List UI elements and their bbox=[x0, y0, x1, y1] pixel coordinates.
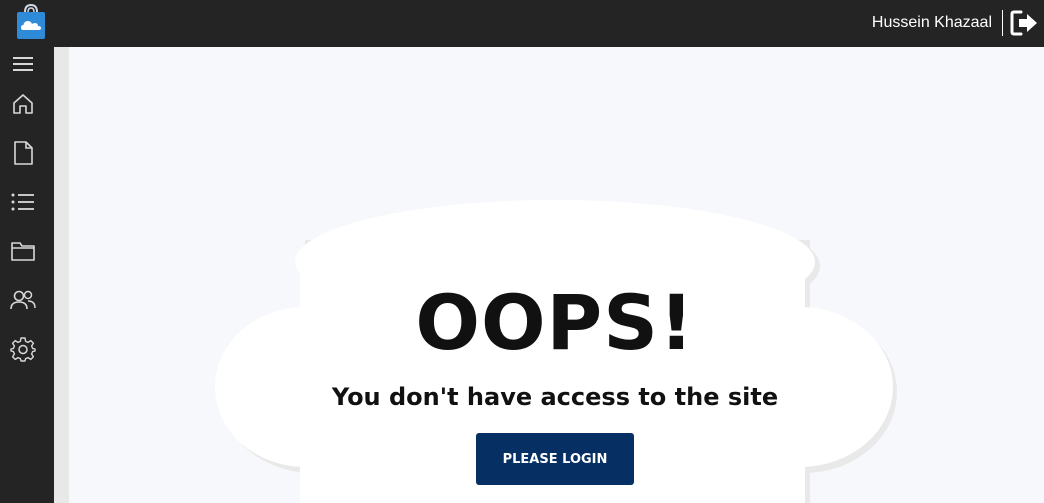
sidebar bbox=[0, 47, 54, 503]
list-icon[interactable] bbox=[8, 187, 38, 217]
home-icon[interactable] bbox=[8, 89, 38, 119]
error-message: You don't have access to the site bbox=[331, 383, 779, 411]
logout-icon[interactable] bbox=[1009, 9, 1039, 37]
login-button[interactable]: PLEASE LOGIN bbox=[476, 433, 634, 485]
top-bar: Hussein Khazaal bbox=[0, 0, 1044, 47]
shopping-bag-cloud-icon[interactable] bbox=[15, 3, 47, 40]
document-icon[interactable] bbox=[8, 138, 38, 168]
user-name[interactable]: Hussein Khazaal bbox=[872, 14, 992, 32]
header-divider bbox=[1002, 10, 1003, 36]
error-title: OOPS! bbox=[415, 278, 695, 367]
folder-icon[interactable] bbox=[8, 236, 38, 266]
settings-icon[interactable] bbox=[8, 334, 38, 364]
sidebar-gutter bbox=[54, 47, 69, 503]
users-icon[interactable] bbox=[8, 285, 38, 315]
menu-icon[interactable] bbox=[8, 49, 38, 79]
